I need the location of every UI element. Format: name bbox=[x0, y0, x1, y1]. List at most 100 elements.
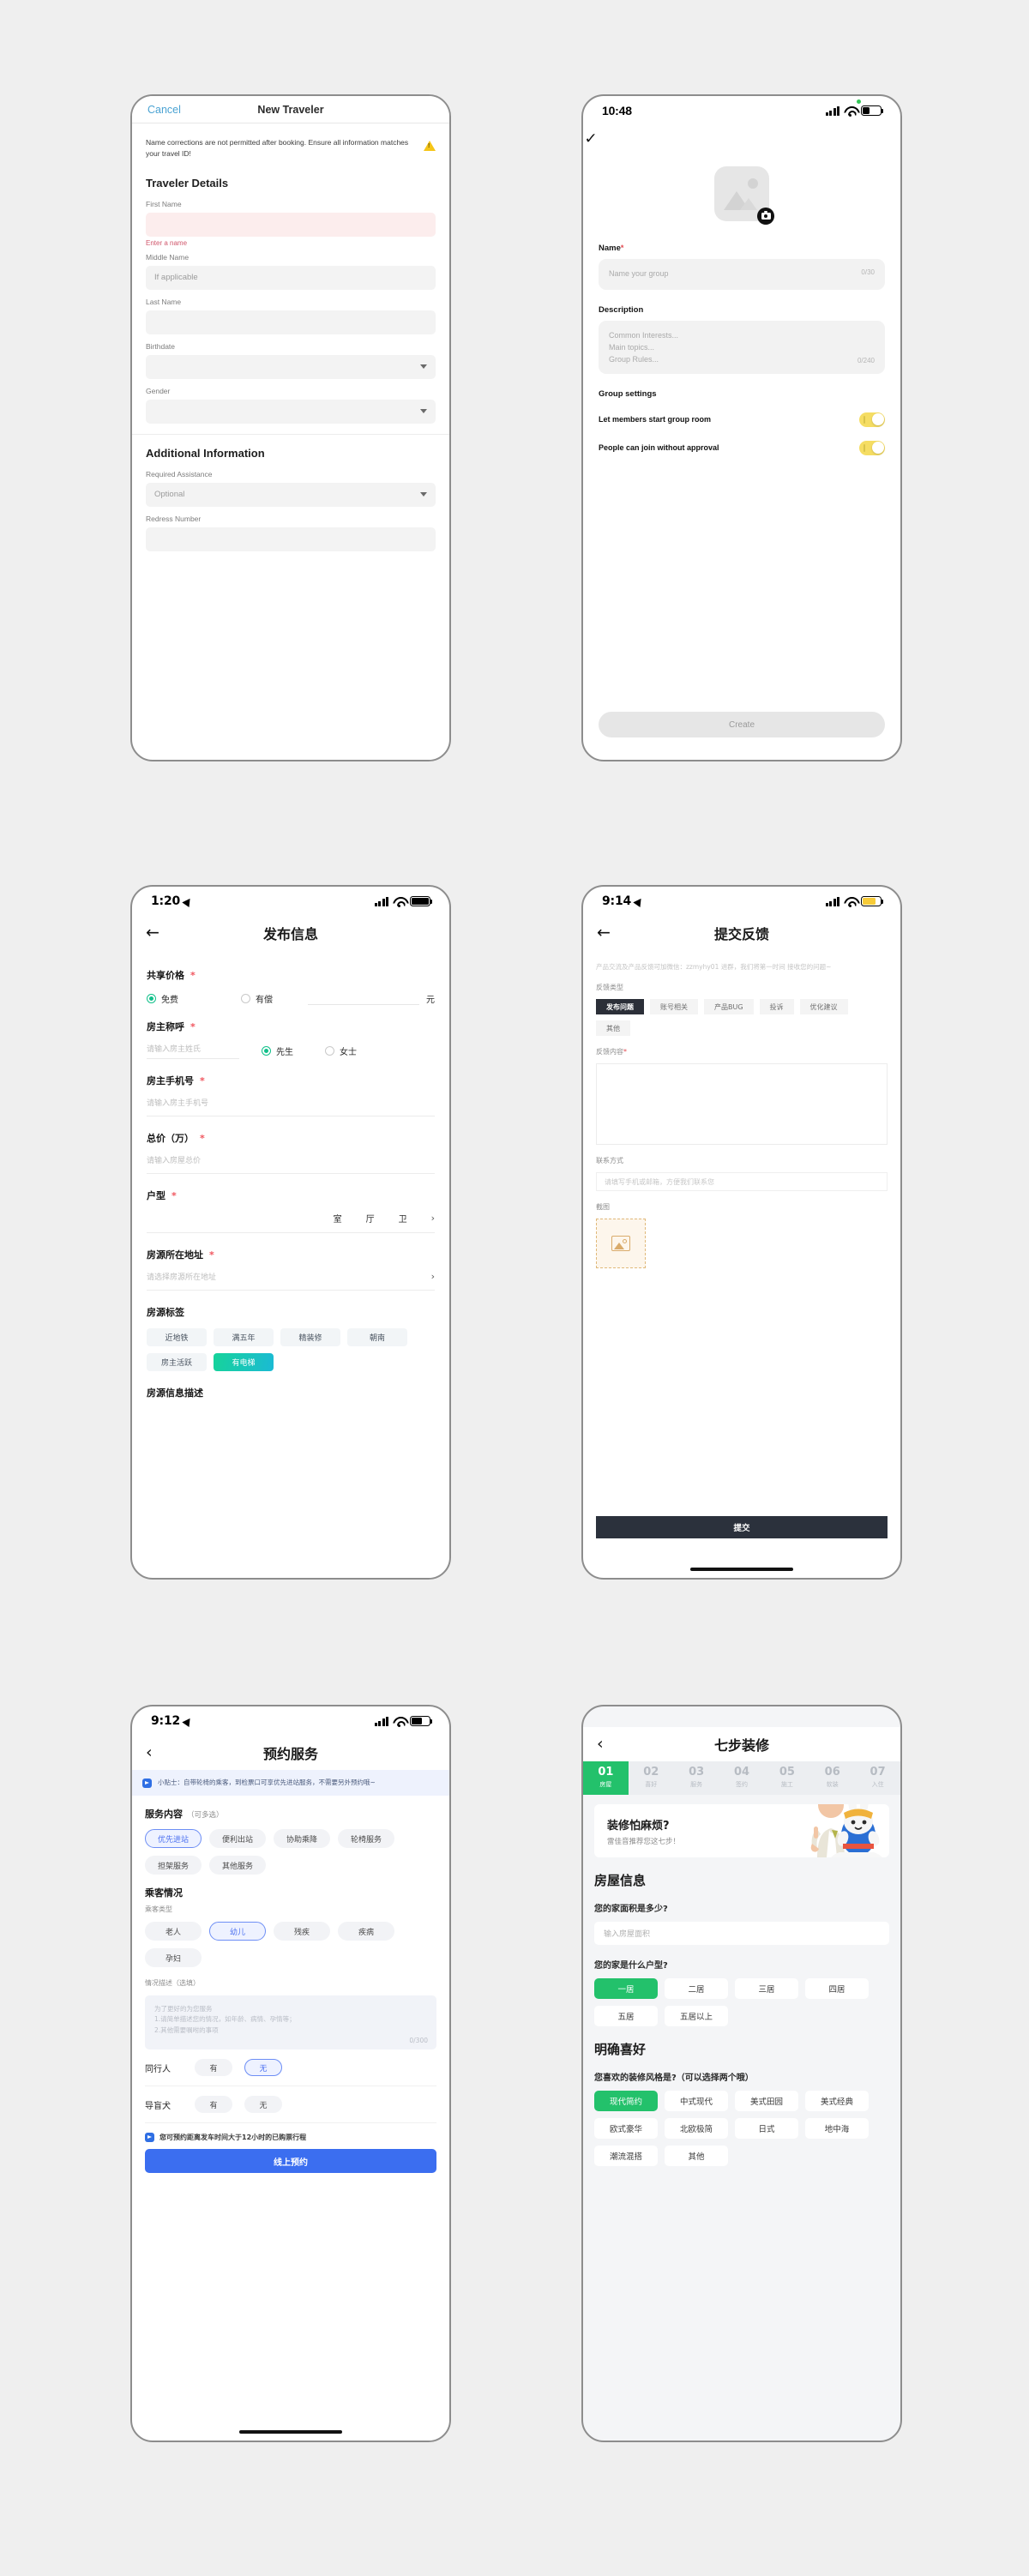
section-title-house-info: 房屋信息 bbox=[594, 1873, 647, 1889]
companion-no[interactable]: 无 bbox=[244, 2059, 282, 2076]
label-last-name: Last Name bbox=[146, 297, 182, 306]
option-chinese-modern[interactable]: 中式现代 bbox=[665, 2091, 728, 2112]
required-assistance-value: Optional bbox=[154, 490, 185, 500]
total-price-input[interactable]: 请输入房屋总价 bbox=[147, 1154, 435, 1174]
chip-product-bug[interactable]: 产品BUG bbox=[704, 999, 754, 1015]
middle-name-input[interactable]: If applicable bbox=[146, 265, 436, 290]
situation-textarea[interactable]: 为了更好的为您服务 1.请简单描述您的情况，如年龄、病情、孕情等； 2.其他需要… bbox=[145, 1995, 436, 2049]
tag-fine-decoration[interactable]: 精装修 bbox=[280, 1328, 340, 1346]
pill-elderly[interactable]: 老人 bbox=[145, 1922, 202, 1941]
address-selector[interactable]: 请选择房源所在地址 › bbox=[147, 1271, 435, 1291]
pill-disabled[interactable]: 残疾 bbox=[274, 1922, 330, 1941]
radio-option-paid[interactable]: 有偿 bbox=[241, 992, 308, 1005]
online-reserve-button[interactable]: 线上预约 bbox=[145, 2149, 436, 2173]
tag-five-years[interactable]: 满五年 bbox=[214, 1328, 274, 1346]
step-number: 02 bbox=[643, 1766, 659, 1779]
pill-priority-entry[interactable]: 优先进站 bbox=[145, 1829, 202, 1848]
step-tab-02-preference[interactable]: 02 喜好 bbox=[629, 1761, 674, 1795]
group-name-input[interactable]: Name your group 0/30 bbox=[599, 259, 885, 290]
chip-publish-issue[interactable]: 发布问题 bbox=[596, 999, 644, 1015]
chip-optimization-suggestion[interactable]: 优化建议 bbox=[799, 999, 848, 1015]
option-other[interactable]: 其他 bbox=[665, 2146, 728, 2167]
pill-wheelchair-service[interactable]: 轮椅服务 bbox=[338, 1829, 394, 1848]
pill-stretcher-service[interactable]: 担架服务 bbox=[145, 1856, 202, 1875]
chip-other[interactable]: 其他 bbox=[596, 1020, 630, 1037]
arrow-left-icon[interactable]: ← bbox=[146, 924, 159, 942]
step-tab-06-soft-furnishing[interactable]: 06 软装 bbox=[809, 1761, 855, 1795]
layout-unit-room: 室 bbox=[333, 1215, 342, 1225]
tag-owner-active[interactable]: 房主活跃 bbox=[147, 1353, 207, 1371]
feedback-content-textarea[interactable] bbox=[596, 1063, 888, 1146]
guide-dog-no[interactable]: 无 bbox=[244, 2096, 282, 2113]
screenshot-upload-button[interactable] bbox=[596, 1219, 646, 1269]
chip-account-related[interactable]: 账号相关 bbox=[650, 999, 698, 1015]
option-one-bedroom[interactable]: 一居 bbox=[594, 1978, 658, 2000]
pill-pregnant[interactable]: 孕妇 bbox=[145, 1948, 202, 1967]
option-american-country[interactable]: 美式田园 bbox=[735, 2091, 798, 2112]
birthdate-select[interactable] bbox=[146, 354, 436, 379]
first-name-input[interactable] bbox=[146, 212, 436, 237]
pill-convenient-exit[interactable]: 便利出站 bbox=[209, 1829, 266, 1848]
companion-yes[interactable]: 有 bbox=[195, 2059, 232, 2076]
group-total-price: 总价（万） * 请输入房屋总价 bbox=[147, 1131, 435, 1174]
label-passenger-situation: 乘客情况 bbox=[145, 1887, 183, 1899]
create-button[interactable]: Create bbox=[599, 712, 885, 737]
option-three-bedroom[interactable]: 三居 bbox=[735, 1978, 798, 2000]
owner-surname-input[interactable]: 请输入房主姓氏 bbox=[147, 1043, 239, 1059]
radio-option-ms[interactable]: 女士 bbox=[325, 1044, 357, 1057]
layout-selector[interactable]: 室 厅 卫 › bbox=[147, 1212, 435, 1233]
option-nordic-minimal[interactable]: 北欧极简 bbox=[665, 2118, 728, 2140]
required-assistance-select[interactable]: Optional bbox=[146, 482, 436, 507]
option-five-plus-bedroom[interactable]: 五居以上 bbox=[665, 2006, 728, 2027]
option-modern-minimal[interactable]: 现代简约 bbox=[594, 2091, 658, 2112]
step-tab-03-service[interactable]: 03 服务 bbox=[674, 1761, 719, 1795]
option-american-classic[interactable]: 美式经典 bbox=[805, 2091, 869, 2112]
option-two-bedroom[interactable]: 二居 bbox=[665, 1978, 728, 2000]
chip-complaint[interactable]: 投诉 bbox=[759, 999, 794, 1015]
setting-row-start-group-room[interactable]: Let members start group room bbox=[599, 412, 885, 427]
pill-illness[interactable]: 疾病 bbox=[338, 1922, 394, 1941]
pill-boarding-assist[interactable]: 协助乘降 bbox=[274, 1829, 330, 1848]
option-four-bedroom[interactable]: 四居 bbox=[805, 1978, 869, 2000]
contact-input[interactable]: 请填写手机或邮箱，方便我们联系您 bbox=[596, 1172, 888, 1192]
gender-select[interactable] bbox=[146, 399, 436, 424]
tag-has-elevator[interactable]: 有电梯 bbox=[214, 1353, 274, 1371]
step-tab-04-contract[interactable]: 04 签约 bbox=[719, 1761, 765, 1795]
chevron-left-icon[interactable]: ‹ bbox=[597, 1736, 604, 1753]
step-tab-07-move-in[interactable]: 07 入住 bbox=[855, 1761, 900, 1795]
arrow-left-icon[interactable]: ← bbox=[597, 924, 611, 942]
last-name-input[interactable] bbox=[146, 310, 436, 334]
camera-icon[interactable] bbox=[757, 208, 774, 225]
price-amount-input[interactable] bbox=[308, 991, 419, 1005]
confirm-check-icon[interactable]: ✓ bbox=[583, 125, 900, 147]
cellular-icon bbox=[825, 105, 839, 116]
group-avatar-upload[interactable] bbox=[599, 166, 885, 225]
pill-other-service[interactable]: 其他服务 bbox=[209, 1856, 266, 1875]
radio-label: 免费 bbox=[161, 995, 178, 1005]
chevron-left-icon[interactable]: ‹ bbox=[146, 1744, 153, 1761]
label-share-price: 共享价格 * bbox=[147, 968, 435, 982]
radio-option-free[interactable]: 免费 bbox=[147, 992, 241, 1005]
promo-banner[interactable]: 装修怕麻烦? 雷佳音推荐您这七步！ bbox=[594, 1804, 889, 1858]
pill-infant[interactable]: 幼儿 bbox=[209, 1922, 266, 1941]
step-tab-01-house[interactable]: 01 房屋 bbox=[583, 1761, 629, 1796]
radio-option-mr[interactable]: 先生 bbox=[262, 1044, 325, 1057]
tag-south-facing[interactable]: 朝南 bbox=[347, 1328, 407, 1346]
redress-number-input[interactable] bbox=[146, 527, 436, 551]
option-trendy-mix[interactable]: 潮流混搭 bbox=[594, 2146, 658, 2167]
area-input[interactable]: 输入房屋面积 bbox=[594, 1922, 889, 1946]
step-tab-05-construction[interactable]: 05 施工 bbox=[764, 1761, 809, 1795]
option-japanese[interactable]: 日式 bbox=[735, 2118, 798, 2140]
guide-dog-yes[interactable]: 有 bbox=[195, 2096, 232, 2113]
option-five-bedroom[interactable]: 五居 bbox=[594, 2006, 658, 2027]
toggle-join-without-approval[interactable] bbox=[859, 440, 885, 455]
tag-near-subway[interactable]: 近地铁 bbox=[147, 1328, 207, 1346]
description-textarea[interactable]: Common Interests... Main topics... Group… bbox=[599, 320, 885, 374]
owner-phone-input[interactable]: 请输入房主手机号 bbox=[147, 1097, 435, 1116]
screenshot-canvas: Cancel New Traveler Name corrections are… bbox=[0, 0, 1029, 2576]
option-european-luxury[interactable]: 欧式豪华 bbox=[594, 2118, 658, 2140]
toggle-start-group-room[interactable] bbox=[859, 412, 885, 427]
option-mediterranean[interactable]: 地中海 bbox=[805, 2118, 869, 2140]
submit-button[interactable]: 提交 bbox=[596, 1516, 888, 1538]
setting-row-join-without-approval[interactable]: People can join without approval bbox=[599, 440, 885, 455]
